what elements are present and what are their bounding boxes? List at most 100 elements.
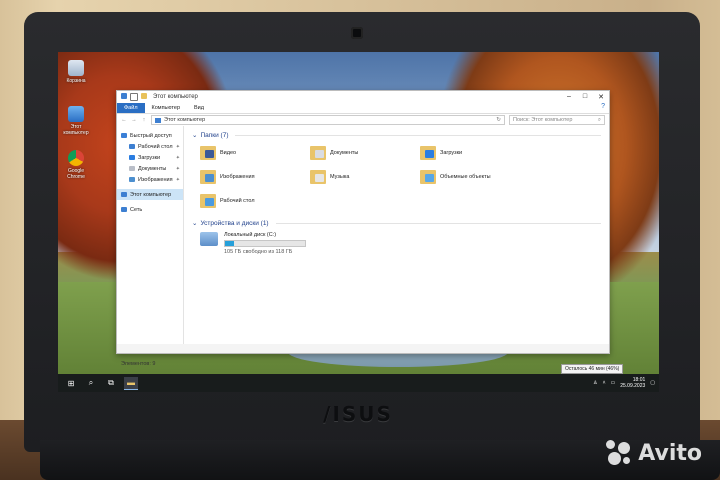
desktop-icon-chrome[interactable]: Google Chrome	[62, 150, 90, 180]
nav-item-quick-access[interactable]: Быстрый доступ	[117, 130, 183, 141]
content-pane: ⌄ Папки (7) Видео Документы Загрузки Изо…	[184, 126, 609, 344]
group-title: Устройства и диски (1)	[200, 219, 269, 227]
nav-item-pictures[interactable]: Изображения ✦	[117, 174, 183, 185]
search-button[interactable]: ⌕	[84, 377, 98, 389]
drive-icon	[200, 232, 218, 246]
refresh-icon[interactable]: ↻	[496, 117, 501, 123]
documents-folder-icon	[310, 146, 326, 160]
nav-item-documents[interactable]: Документы ✦	[117, 163, 183, 174]
desktop-icon-label: Корзина	[66, 78, 86, 84]
taskbar-explorer[interactable]: ▬	[124, 376, 138, 390]
minimize-button[interactable]: –	[561, 93, 577, 101]
nav-item-label: Быстрый доступ	[130, 132, 172, 139]
drive-item-c[interactable]: Локальный диск (C:) 105 ГБ свободно из 1…	[200, 232, 601, 255]
start-button[interactable]: ⊞	[64, 377, 78, 389]
3d-objects-folder-icon	[420, 170, 436, 184]
recycle-bin-icon	[68, 60, 84, 76]
search-input[interactable]: Поиск: Этот компьютер ⌕	[509, 115, 605, 125]
watermark-text: Avito	[638, 440, 702, 466]
window-title: Этот компьютер	[153, 94, 198, 100]
search-placeholder: Поиск: Этот компьютер	[513, 117, 573, 123]
chrome-icon	[68, 150, 84, 166]
nav-item-downloads[interactable]: Загрузки ✦	[117, 152, 183, 163]
folder-item-downloads[interactable]: Загрузки	[420, 144, 530, 162]
divider	[275, 222, 601, 224]
picture-icon	[129, 177, 135, 182]
nav-item-network[interactable]: Сеть	[117, 204, 183, 215]
chevron-down-icon: ⌄	[192, 132, 198, 139]
chevron-up-icon[interactable]: ˄	[603, 380, 606, 386]
window-controls: – □ ✕	[561, 93, 609, 101]
nav-item-this-pc[interactable]: Этот компьютер	[117, 189, 183, 200]
desktop-icon-label: Этот компьютер	[63, 124, 89, 136]
tab-computer[interactable]: Компьютер	[145, 103, 187, 113]
task-view-icon: ⧉	[108, 378, 114, 387]
drive-usage-fill	[225, 241, 234, 246]
folder-item-desktop[interactable]: Рабочий стол	[200, 192, 310, 210]
document-icon	[129, 166, 135, 171]
pc-icon	[121, 93, 127, 99]
desktop-icon-label: Google Chrome	[67, 168, 85, 180]
properties-icon[interactable]	[130, 93, 138, 101]
folder-label: Музыка	[330, 174, 350, 180]
pin-icon: ✦	[175, 165, 180, 172]
clock[interactable]: 18:01 25.09.2023	[620, 377, 645, 389]
help-icon[interactable]: ?	[601, 103, 609, 113]
explorer-window: Этот компьютер – □ ✕ Файл Компьютер Вид …	[116, 90, 610, 367]
tab-file[interactable]: Файл	[117, 103, 145, 113]
taskbar: ⊞ ⌕ ⧉ ▬ ♙ ˄ ▭ 18:01 25.09.2023 ▢	[58, 374, 659, 392]
ribbon-tabs: Файл Компьютер Вид ?	[117, 103, 609, 114]
folder-item-music[interactable]: Музыка	[310, 168, 420, 186]
drive-usage-bar	[224, 240, 306, 247]
windows-icon: ⊞	[67, 378, 75, 388]
tab-view[interactable]: Вид	[187, 103, 211, 113]
back-icon[interactable]: ←	[121, 117, 127, 123]
pin-icon: ✦	[175, 143, 180, 150]
folder-label: Рабочий стол	[220, 198, 255, 204]
nav-item-label: Этот компьютер	[130, 191, 172, 198]
search-icon: ⌕	[597, 116, 601, 123]
drive-free-text: 105 ГБ свободно из 118 ГБ	[224, 249, 293, 255]
folder-item-videos[interactable]: Видео	[200, 144, 310, 162]
laptop-screen: Корзина Этот компьютер Google Chrome Это…	[58, 52, 659, 392]
star-icon	[121, 133, 127, 138]
navigation-pane: Быстрый доступ Рабочий стол ✦ Загрузки ✦…	[117, 126, 184, 344]
quick-access-toolbar	[121, 93, 147, 101]
task-view-button[interactable]: ⧉	[104, 377, 118, 389]
address-bar[interactable]: Этот компьютер ↻	[151, 115, 505, 125]
status-bar: Элементов: 9	[121, 361, 156, 367]
devices-group-header[interactable]: ⌄ Устройства и диски (1)	[192, 218, 601, 228]
battery-tooltip: Осталось 46 мин (46%)	[561, 364, 624, 374]
watermark: Avito	[606, 440, 702, 466]
folder-label: Документы	[330, 150, 359, 156]
up-icon[interactable]: ↑	[141, 117, 147, 123]
computer-icon	[68, 106, 84, 122]
nav-item-desktop[interactable]: Рабочий стол ✦	[117, 141, 183, 152]
title-bar[interactable]: Этот компьютер – □ ✕	[117, 91, 609, 103]
pin-icon: ✦	[175, 154, 180, 161]
desktop-icon-recycle-bin[interactable]: Корзина	[62, 60, 90, 84]
maximize-button[interactable]: □	[577, 93, 593, 101]
folder-label: Объемные объекты	[440, 174, 491, 180]
forward-icon[interactable]: →	[131, 117, 137, 123]
search-icon: ⌕	[88, 378, 94, 387]
folders-group-header[interactable]: ⌄ Папки (7)	[192, 130, 601, 140]
battery-icon[interactable]: ▭	[611, 380, 616, 386]
system-tray: ♙ ˄ ▭ 18:01 25.09.2023 ▢	[593, 377, 659, 389]
video-folder-icon	[200, 146, 216, 160]
folder-item-3d-objects[interactable]: Объемные объекты	[420, 168, 530, 186]
people-icon[interactable]: ♙	[593, 380, 597, 386]
avito-logo-icon	[606, 440, 632, 466]
desktop-icon-this-pc[interactable]: Этот компьютер	[62, 106, 90, 136]
close-button[interactable]: ✕	[593, 93, 609, 101]
new-folder-icon[interactable]	[141, 93, 147, 99]
group-title: Папки (7)	[200, 131, 229, 139]
notifications-icon[interactable]: ▢	[650, 380, 655, 386]
folders-grid: Видео Документы Загрузки Изображения Муз…	[200, 144, 601, 210]
network-icon	[121, 207, 127, 212]
folder-label: Загрузки	[440, 150, 463, 156]
folder-item-documents[interactable]: Документы	[310, 144, 420, 162]
folder-item-pictures[interactable]: Изображения	[200, 168, 310, 186]
nav-item-label: Рабочий стол	[138, 143, 173, 150]
brand-logo: /ISUS	[323, 402, 393, 426]
